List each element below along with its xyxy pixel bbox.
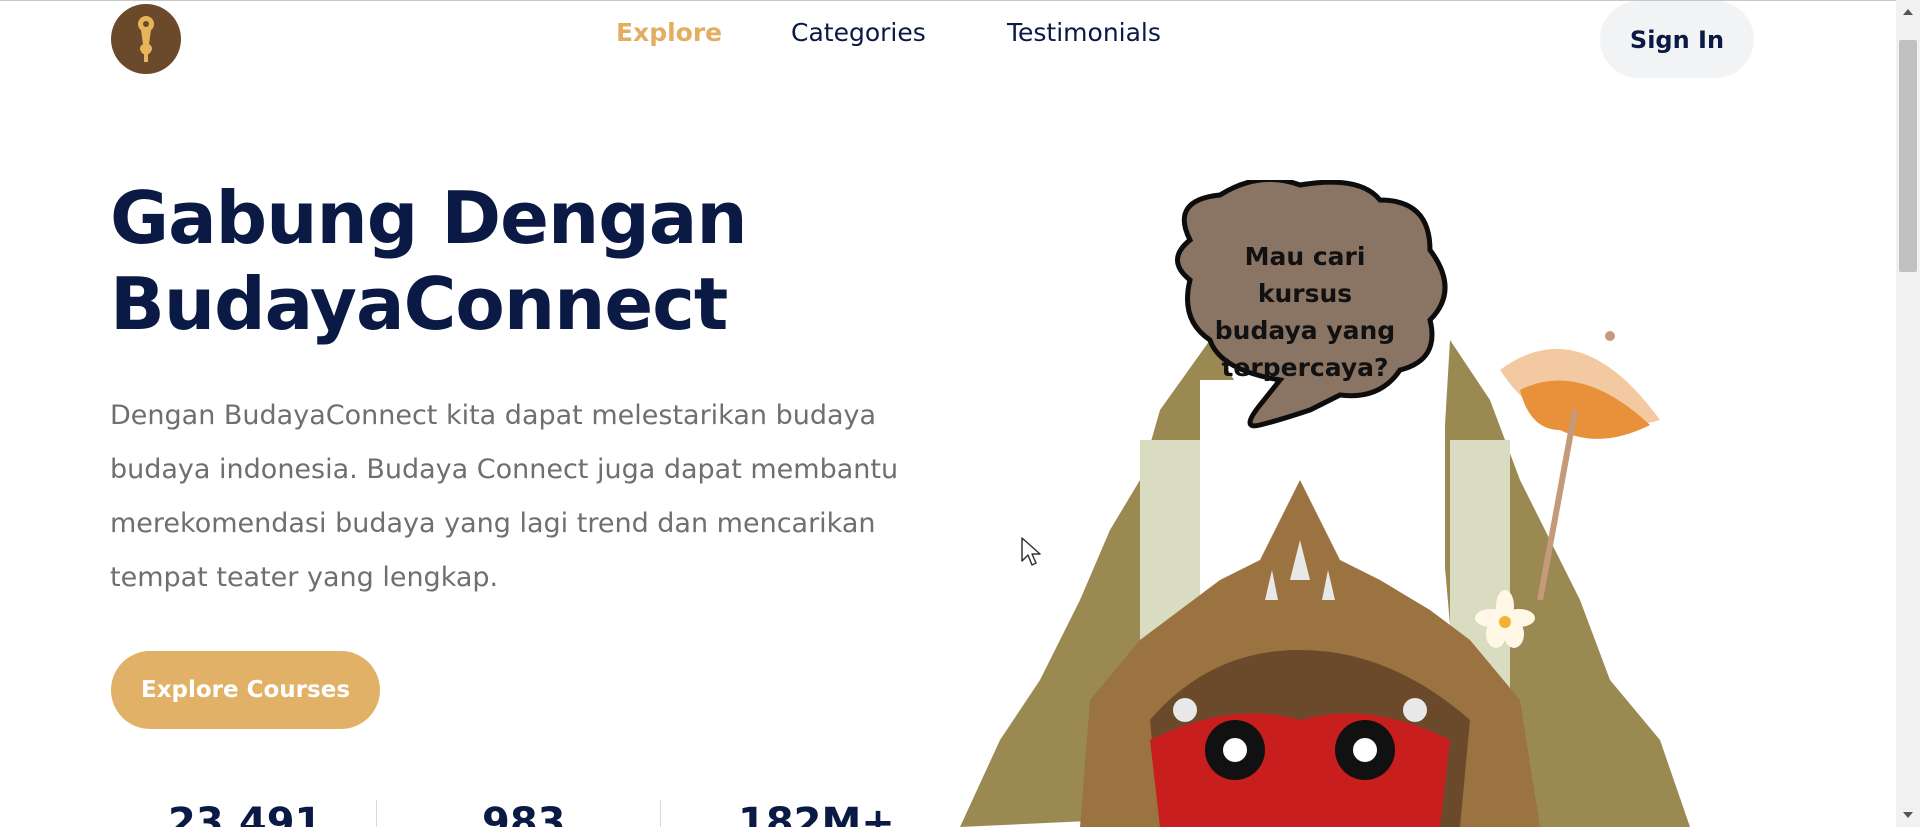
scroll-up-button[interactable] <box>1896 0 1920 24</box>
speech-bubble-line-1: Mau cari kursus <box>1244 242 1366 308</box>
chevron-down-icon <box>1903 812 1913 818</box>
nav-explore[interactable]: Explore <box>616 18 722 47</box>
hero-description: Dengan BudayaConnect kita dapat melestar… <box>110 400 899 593</box>
stat-value-1: 23,491 <box>168 800 323 827</box>
speech-bubble-line-2: budaya yang <box>1214 316 1396 345</box>
chevron-up-icon <box>1903 9 1913 15</box>
mouse-pointer-icon <box>1021 537 1041 566</box>
stat-value-2: 983 <box>482 800 566 827</box>
explore-courses-button[interactable]: Explore Courses <box>111 651 380 729</box>
nav-testimonials[interactable]: Testimonials <box>1007 18 1161 47</box>
scroll-down-button[interactable] <box>1896 803 1920 827</box>
site-header: Explore Categories Testimonials Sign In <box>0 0 1896 80</box>
hero-illustration: Mau cari kursus budaya yang terpercaya? <box>960 176 1730 827</box>
sign-in-button[interactable]: Sign In <box>1600 1 1754 78</box>
hero-title-line-2: BudayaConnect <box>110 262 728 346</box>
stat-divider <box>660 800 661 827</box>
scrollbar-thumb[interactable] <box>1899 40 1917 272</box>
stat-divider <box>376 800 377 827</box>
vertical-scrollbar[interactable] <box>1896 0 1920 827</box>
speech-bubble-text: Mau cari kursus budaya yang terpercaya? <box>1200 238 1410 386</box>
stats-row: 23,491 983 182M+ <box>110 800 940 827</box>
speech-bubble-line-3: terpercaya? <box>1221 353 1389 382</box>
stat-value-3: 182M+ <box>738 800 895 827</box>
hero-title-line-1: Gabung Dengan <box>110 176 748 260</box>
hero-title: Gabung Dengan BudayaConnect <box>110 175 870 347</box>
nav-categories[interactable]: Categories <box>791 18 926 47</box>
kris-logo-icon <box>138 16 154 62</box>
logo-icon[interactable] <box>111 4 181 74</box>
